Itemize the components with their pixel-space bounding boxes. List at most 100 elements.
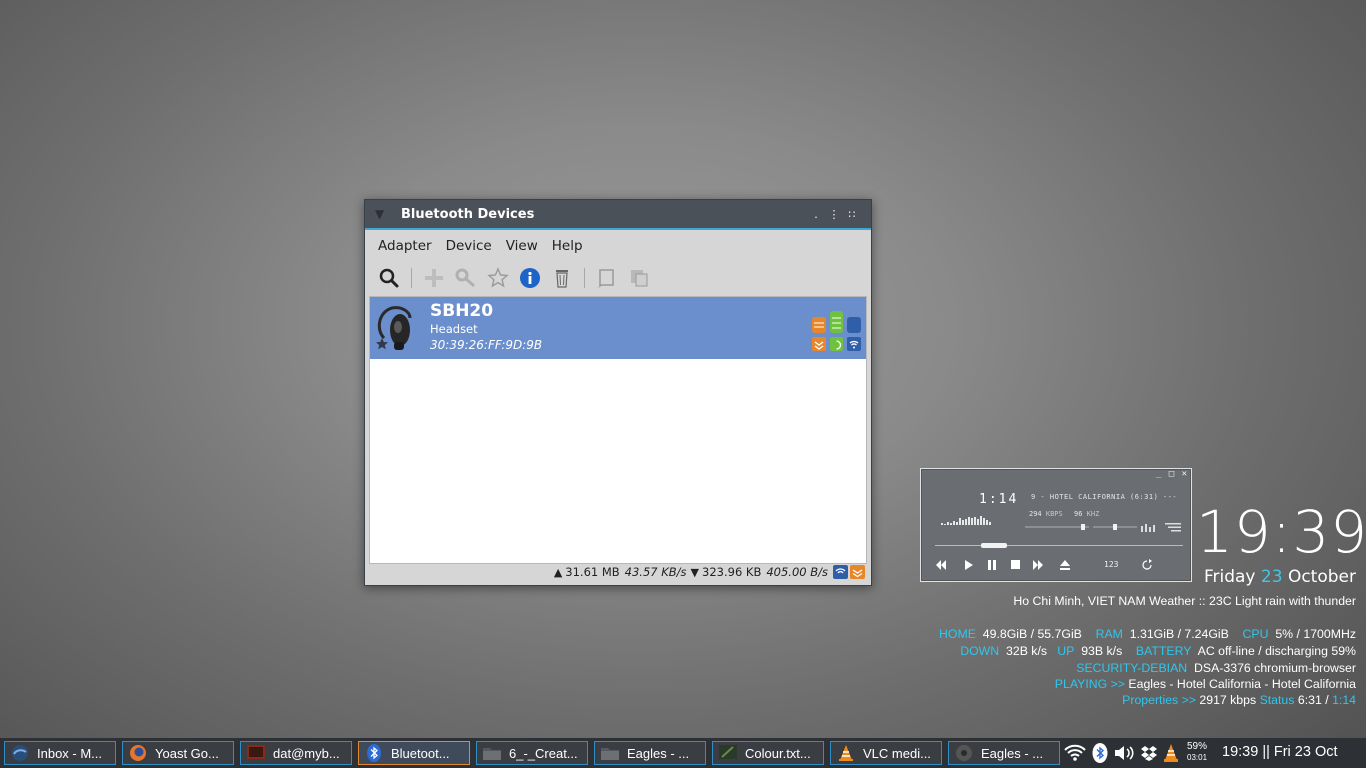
search-button[interactable] [373,264,405,292]
thunderbird-icon [11,744,29,762]
eject-icon[interactable] [1060,560,1070,570]
device-type: Headset [430,322,478,336]
volume-slider[interactable] [1025,523,1089,531]
sent-rate: 43.57 KB/s [624,565,687,579]
menu-help[interactable]: Help [545,238,590,254]
browse-button[interactable] [623,264,655,292]
now-playing-line: PLAYING >> Eagles - Hotel California - H… [1054,677,1356,691]
music-player: _ □ ✕ 1:14 9 - HOTEL CALIFORNIA (6:31) -… [920,468,1192,582]
bluetooth-devices-window: ▼ Bluetooth Devices . ⋮ ∷ Adapter Device… [364,199,872,586]
task-label: Eagles - ... [981,745,1044,761]
trash-icon [556,270,568,288]
task-terminal[interactable]: dat@myb... [240,741,352,765]
security-line: SECURITY-DEBIAN DSA-3376 chromium-browse… [1076,661,1356,675]
task-thunderbird[interactable]: Inbox - M... [4,741,116,765]
wireless-status-icon[interactable] [833,565,848,579]
task-label: Inbox - M... [37,745,103,761]
text-editor-icon [719,744,737,762]
firefox-icon [129,744,147,762]
headset-icon [374,300,424,356]
terminal-icon [247,744,265,762]
player-controls [936,559,1152,570]
menubar: Adapter Device View Help [365,230,871,262]
device-name: SBH20 [430,301,494,321]
toolbar-separator [411,268,412,288]
bluetooth-icon [365,744,383,762]
music-player-icon [955,744,973,762]
weather-line: Ho Chi Minh, VIET NAM Weather :: 23C Lig… [1013,594,1356,608]
maximize-button[interactable]: ⋮ [825,208,843,221]
volume-icon[interactable] [1114,744,1136,762]
headset-connect-icon[interactable] [830,337,843,351]
menu-view[interactable]: View [499,238,545,254]
task-text-editor[interactable]: Colour.txt... [712,741,824,765]
bluetooth-tray-icon[interactable] [1092,743,1108,763]
playlist-number[interactable]: 123 [1104,560,1118,569]
key-icon [455,268,475,288]
balance-slider[interactable] [1093,523,1137,531]
next-icon[interactable] [1033,560,1043,570]
seek-bar[interactable] [935,543,1183,548]
audio-status-icon[interactable] [850,565,865,579]
player-track-title: 9 - HOTEL CALIFORNIA (6:31) --- [1031,493,1178,501]
task-label: 6_-_Creat... [509,745,578,761]
task-file-manager-1[interactable]: 6_-_Creat... [476,741,588,765]
play-icon[interactable] [965,560,973,570]
previous-icon[interactable] [936,560,946,570]
seek-knob[interactable] [981,543,1007,548]
serial-service-icon[interactable] [847,317,861,333]
stop-icon[interactable] [1011,560,1020,569]
task-firefox[interactable]: Yoast Go... [122,741,234,765]
info-icon [520,268,540,288]
task-bluetooth[interactable]: Bluetoot... [358,741,470,765]
playlist-icon[interactable] [1165,522,1181,532]
taskbar-clock[interactable]: 19:39 || Fri 23 Oct [1222,744,1338,760]
minimize-button[interactable]: . [807,208,825,221]
repeat-icon[interactable] [1142,559,1152,570]
desktop-date: Friday 23 October [1203,567,1356,587]
player-bitrate: 294 KBPS [1029,510,1063,518]
search-icon [379,268,399,288]
system-usage-line: HOME 49.8GiB / 55.7GiB RAM 1.31GiB / 7.2… [939,627,1356,641]
star-icon [487,267,509,288]
battery-indicator[interactable]: 59% 03:01 [1187,741,1207,763]
wireless-connect-icon[interactable] [847,337,861,351]
task-label: Eagles - ... [627,745,690,761]
info-button[interactable] [514,264,546,292]
trust-button[interactable] [482,264,514,292]
add-icon [425,269,443,287]
pair-button[interactable] [450,264,482,292]
device-list[interactable]: SBH20 Headset 30:39:26:FF:9D:9B [369,296,867,564]
vlc-tray-icon[interactable] [1162,743,1180,763]
window-titlebar[interactable]: ▼ Bluetooth Devices . ⋮ ∷ [365,200,871,230]
add-device-button[interactable] [418,264,450,292]
trusted-star-icon [376,338,388,350]
transfer-statusbar: ▲ 31.61 MB 43.57 KB/s ▼ 323.96 KB 405.00… [369,563,867,581]
send-file-button[interactable] [591,264,623,292]
battery-percent: 59% [1187,741,1208,752]
device-address: 30:39:26:FF:9D:9B [430,338,543,352]
equalizer-icon[interactable] [1141,522,1159,532]
headset-service-icon[interactable] [830,311,843,333]
menu-adapter[interactable]: Adapter [371,238,439,254]
remove-button[interactable] [546,264,578,292]
task-music-player[interactable]: Eagles - ... [948,741,1060,765]
window-app-icon[interactable]: ▼ [375,207,389,221]
audio-connect-icon[interactable] [812,337,826,351]
task-file-manager-2[interactable]: Eagles - ... [594,741,706,765]
task-label: dat@myb... [273,745,340,761]
dropbox-icon[interactable] [1140,744,1158,762]
player-elapsed-time: 1:14 [979,492,1019,507]
menu-device[interactable]: Device [439,238,499,254]
close-button[interactable]: ∷ [843,208,861,221]
audio-service-icon[interactable] [812,317,826,333]
upload-arrow-icon: ▲ [553,565,563,579]
device-row-sbh20[interactable]: SBH20 Headset 30:39:26:FF:9D:9B [370,297,866,359]
player-window-controls[interactable]: _ □ ✕ [1156,469,1188,479]
battery-time: 03:01 [1187,753,1208,762]
player-samplerate: 96 KHZ [1074,510,1100,518]
task-vlc[interactable]: VLC medi... [830,741,942,765]
pause-icon[interactable] [988,560,996,570]
wifi-icon[interactable] [1064,744,1086,762]
copy-icon [631,270,648,287]
